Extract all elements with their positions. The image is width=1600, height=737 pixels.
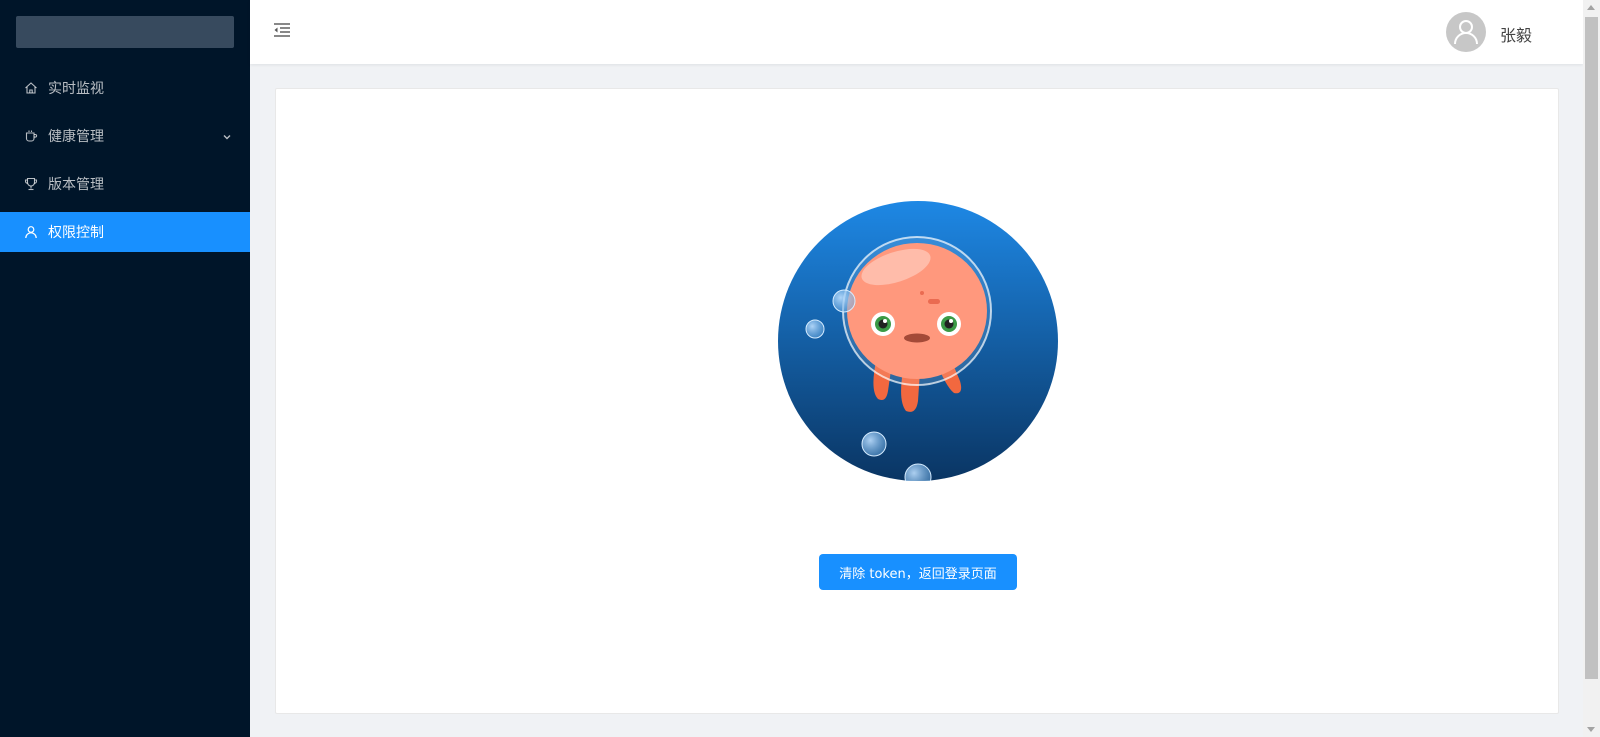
- vertical-scrollbar[interactable]: [1583, 0, 1600, 737]
- content-card: 清除 token，返回登录页面: [275, 88, 1559, 714]
- sidebar-item-label: 权限控制: [48, 225, 104, 241]
- sidebar-item-label: 版本管理: [48, 177, 104, 193]
- sidebar-item-label: 健康管理: [48, 129, 104, 145]
- sidebar-item-realtime-monitor[interactable]: 实时监视: [0, 68, 250, 108]
- scroll-up-icon[interactable]: [1587, 5, 1595, 10]
- scroll-down-icon[interactable]: [1587, 727, 1595, 732]
- scroll-thumb[interactable]: [1585, 17, 1598, 679]
- user-avatar-icon[interactable]: [1446, 12, 1486, 52]
- top-header: 张毅: [250, 0, 1583, 64]
- trophy-icon: [24, 177, 38, 191]
- sidebar-menu: 实时监视 健康管理 版本管理 权限控制: [0, 68, 250, 260]
- home-icon: [24, 81, 38, 95]
- sidebar-item-label: 实时监视: [48, 81, 104, 97]
- sidebar-item-permission-control[interactable]: 权限控制: [0, 212, 250, 252]
- sidebar-item-health-management[interactable]: 健康管理: [0, 116, 250, 156]
- chevron-down-icon[interactable]: [222, 130, 232, 140]
- username[interactable]: 张毅: [1500, 22, 1532, 46]
- clear-token-button[interactable]: 清除 token，返回登录页面: [819, 554, 1017, 590]
- sidebar-item-version-management[interactable]: 版本管理: [0, 164, 250, 204]
- user-icon: [24, 225, 38, 239]
- octopus-illustration: [778, 201, 1058, 481]
- sidebar: 实时监视 健康管理 版本管理 权限控制: [0, 0, 250, 737]
- menu-fold-icon[interactable]: [272, 20, 292, 40]
- logo-placeholder[interactable]: [16, 16, 234, 48]
- cup-icon: [24, 129, 38, 143]
